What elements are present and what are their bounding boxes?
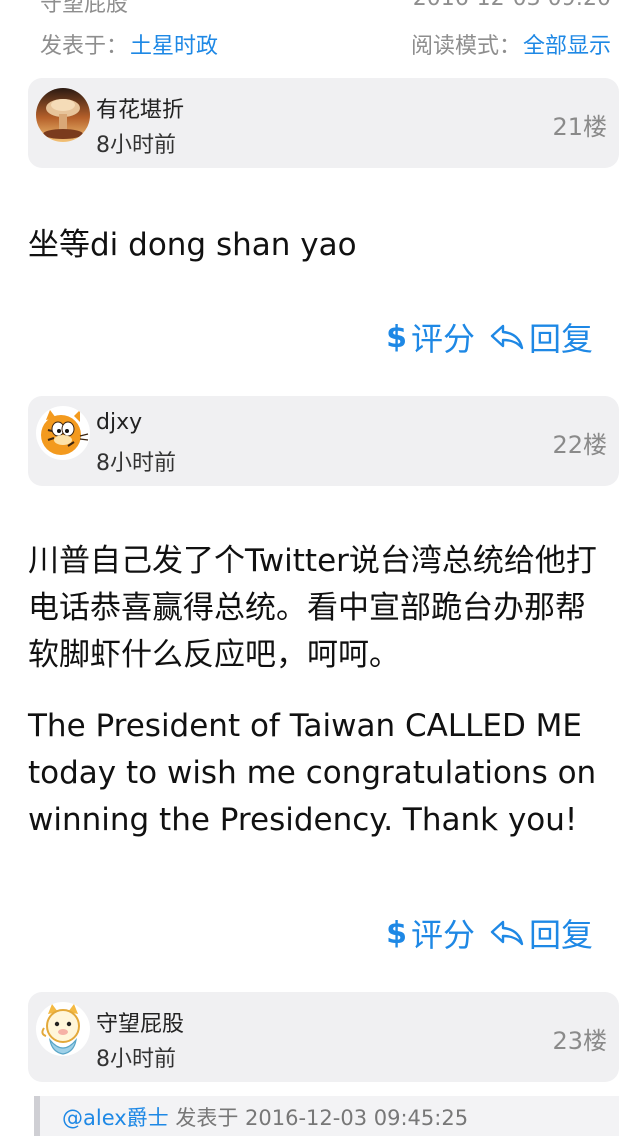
reply-label: 回复: [528, 916, 593, 954]
post-actions: $ 评分 回复: [386, 314, 593, 360]
thread-author[interactable]: 守望屁股: [40, 0, 128, 16]
floor-number: 21楼: [552, 113, 607, 141]
post-text: 川普自己发了个Twitter说台湾总统给他打电话恭喜赢得总统。看中宣部跪台办那帮…: [28, 543, 597, 673]
rate-button[interactable]: $ 评分: [386, 910, 475, 956]
post-text: 坐等di dong shan yao: [28, 227, 357, 263]
thread-datetime: 2016-12-03 09:20: [413, 0, 611, 16]
post-header: 守望屁股 8小时前 23楼: [28, 992, 619, 1082]
reply-button[interactable]: 回复: [489, 314, 593, 360]
post-text: The President of Taiwan CALLED ME today …: [28, 708, 597, 838]
posted-in: 发表于： 土星时政: [40, 28, 218, 60]
thread-page: 守望屁股 2016-12-03 09:20 发表于： 土星时政 阅读模式： 全部…: [0, 0, 639, 1136]
garfield-avatar-image: [36, 406, 90, 460]
read-mode-toggle[interactable]: 全部显示: [523, 28, 611, 60]
rate-button[interactable]: $ 评分: [386, 314, 475, 360]
reply-arrow-icon: [490, 920, 524, 946]
post-time: 8小时前: [96, 1047, 176, 1072]
quoted-post-meta: 发表于 2016-12-03 09:45:25: [168, 1106, 469, 1130]
reply-label: 回复: [528, 320, 593, 358]
quoted-reply: @alex爵士 发表于 2016-12-03 09:45:25: [34, 1096, 619, 1136]
thread-author-row: 守望屁股 2016-12-03 09:20: [40, 0, 611, 16]
dollar-icon: $: [386, 319, 407, 355]
post-body: 川普自己发了个Twitter说台湾总统给他打电话恭喜赢得总统。看中宣部跪台办那帮…: [28, 538, 615, 844]
rate-label: 评分: [410, 916, 475, 954]
reply-button[interactable]: 回复: [489, 910, 593, 956]
user-name[interactable]: djxy: [96, 410, 142, 435]
post-time: 8小时前: [96, 451, 176, 476]
read-mode: 阅读模式： 全部显示: [411, 28, 611, 60]
avatar[interactable]: [36, 406, 90, 460]
cartoon-dragon-avatar-image: [36, 1002, 90, 1056]
floor-number: 23楼: [552, 1027, 607, 1055]
quoted-user-mention[interactable]: @alex爵士: [62, 1106, 169, 1130]
post-body: 坐等di dong shan yao: [28, 222, 615, 269]
user-name[interactable]: 守望屁股: [96, 1006, 184, 1038]
user-name[interactable]: 有花堪折: [96, 92, 184, 124]
dollar-icon: $: [386, 915, 407, 951]
rate-label: 评分: [410, 320, 475, 358]
forum-link[interactable]: 土星时政: [130, 28, 218, 60]
mushroom-cloud-avatar-image: [36, 88, 90, 142]
post-header: djxy 8小时前 22楼: [28, 396, 619, 486]
reply-arrow-icon: [490, 324, 524, 350]
post-header: 有花堪折 8小时前 21楼: [28, 78, 619, 168]
avatar[interactable]: [36, 1002, 90, 1056]
post-time: 8小时前: [96, 133, 176, 158]
avatar[interactable]: [36, 88, 90, 142]
read-mode-label: 阅读模式：: [410, 34, 521, 59]
thread-meta-row: 发表于： 土星时政 阅读模式： 全部显示: [40, 28, 611, 60]
posted-in-label: 发表于：: [40, 34, 129, 59]
post-actions: $ 评分 回复: [386, 910, 593, 956]
floor-number: 22楼: [552, 431, 607, 459]
